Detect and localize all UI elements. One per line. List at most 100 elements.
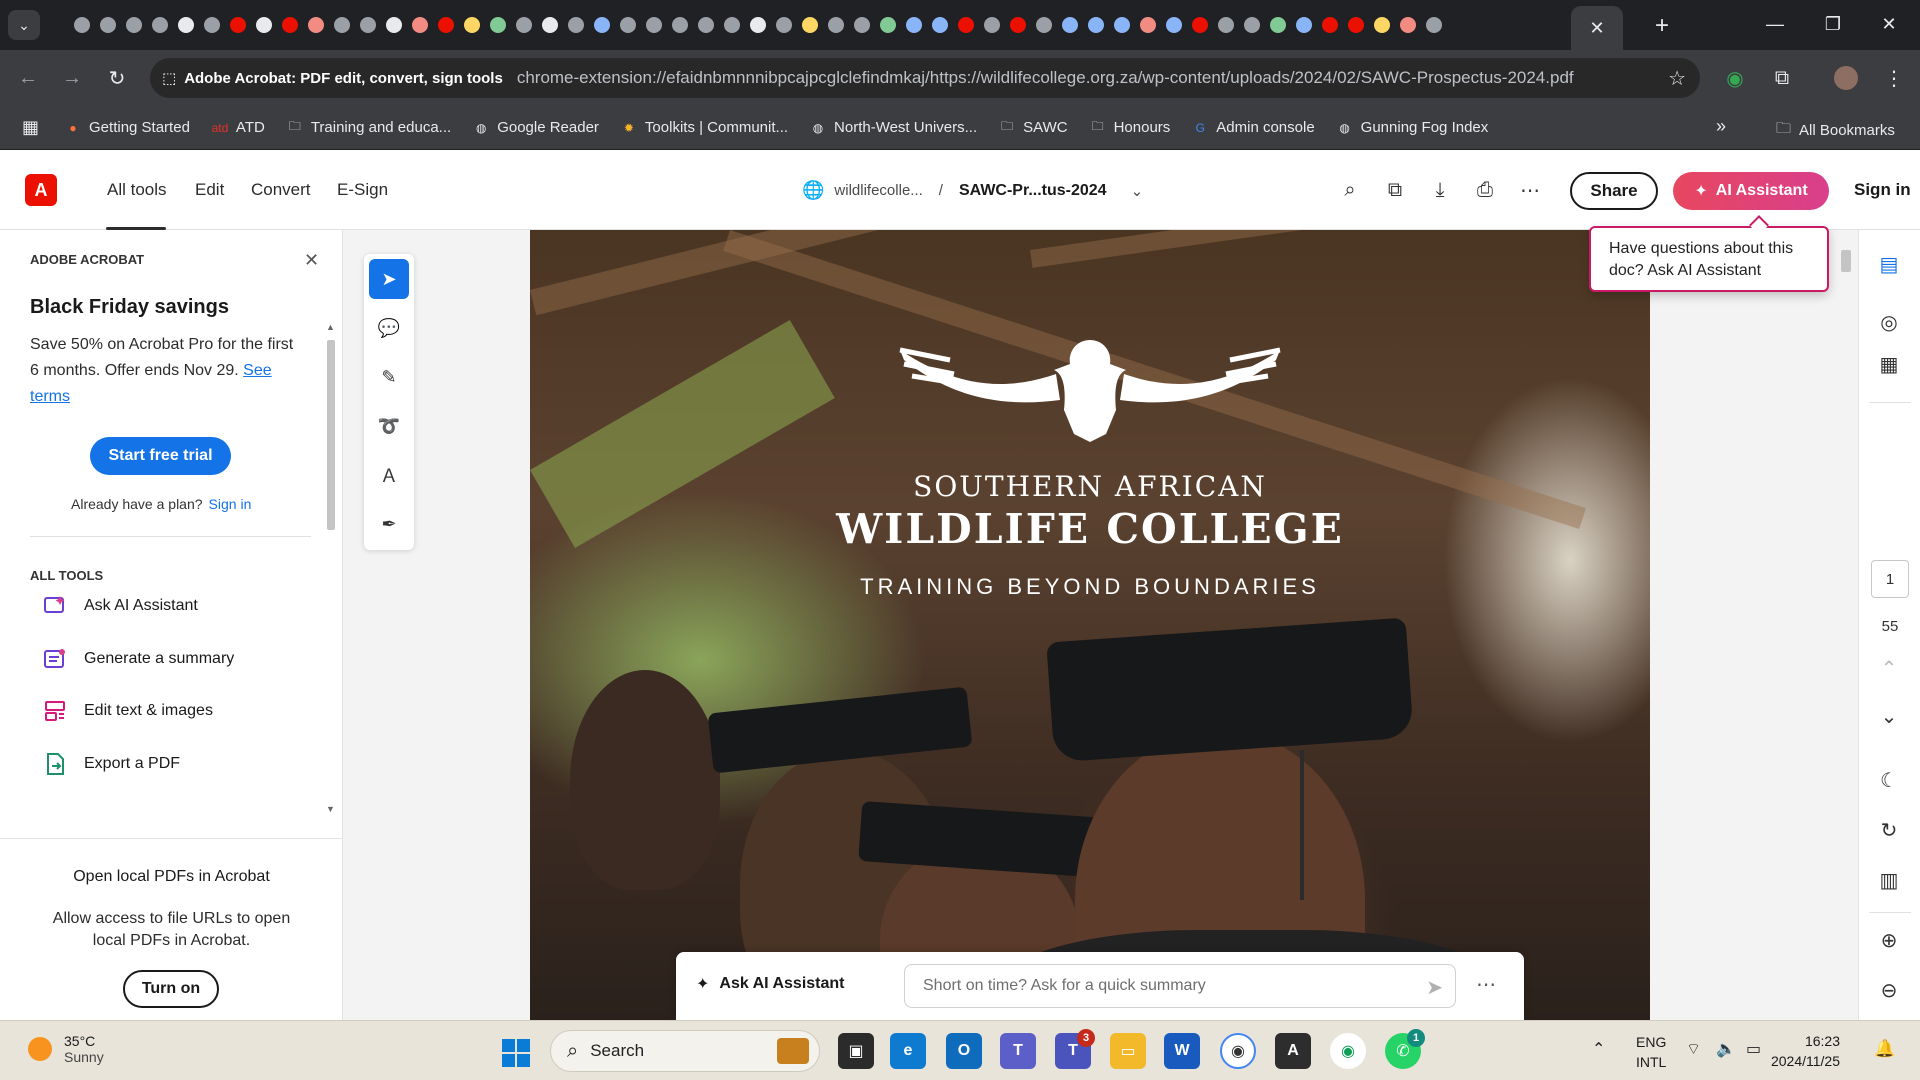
minimize-icon[interactable]: —: [1752, 8, 1798, 40]
pinned-tab-27[interactable]: [772, 13, 796, 37]
comment-tool-icon[interactable]: 💬: [369, 308, 409, 348]
pinned-tab-11[interactable]: [356, 13, 380, 37]
page-thumbnails-icon[interactable]: ⧉: [1381, 176, 1409, 204]
tool-export-pdf[interactable]: Export a PDF: [42, 749, 302, 779]
new-tab-button[interactable]: +: [1648, 12, 1676, 40]
pinned-tab-6[interactable]: [226, 13, 250, 37]
bookmark-item[interactable]: 🗀 SAWC: [999, 119, 1067, 136]
next-page-icon[interactable]: ⌄: [1873, 700, 1905, 732]
more-menu-icon[interactable]: ⋮: [1878, 62, 1910, 94]
address-bar[interactable]: ⬚ Adobe Acrobat: PDF edit, convert, sign…: [150, 58, 1700, 98]
previous-page-icon[interactable]: ⌃: [1873, 652, 1905, 684]
pinned-tab-7[interactable]: [252, 13, 276, 37]
pinned-tab-17[interactable]: [512, 13, 536, 37]
pinned-tab-10[interactable]: [330, 13, 354, 37]
tab-esign[interactable]: E-Sign: [337, 180, 388, 200]
panel-scroll-thumb[interactable]: [327, 340, 335, 530]
pinned-tab-45[interactable]: [1240, 13, 1264, 37]
pinned-tab-40[interactable]: [1110, 13, 1134, 37]
current-page-input[interactable]: 1: [1871, 560, 1909, 598]
zoom-in-icon[interactable]: ⊕: [1873, 924, 1905, 956]
close-icon[interactable]: ✕: [304, 250, 319, 271]
pinned-tab-35[interactable]: [980, 13, 1004, 37]
whatsapp-icon[interactable]: ✆ 1: [1385, 1029, 1425, 1069]
pinned-tab-0[interactable]: [70, 13, 94, 37]
scroll-down-icon[interactable]: ▼: [326, 804, 335, 814]
pinned-tab-47[interactable]: [1292, 13, 1316, 37]
task-view-icon[interactable]: ▣: [838, 1033, 874, 1069]
tool-generate-summary[interactable]: Generate a summary: [42, 644, 302, 674]
url-text[interactable]: chrome-extension://efaidnbmnnnibpcajpcgl…: [517, 68, 1667, 88]
pinned-tab-24[interactable]: [694, 13, 718, 37]
edge-icon[interactable]: e: [890, 1033, 926, 1069]
pinned-tab-1[interactable]: [96, 13, 120, 37]
pinned-tab-25[interactable]: [720, 13, 744, 37]
chrome-profile-icon[interactable]: ◉: [1330, 1033, 1366, 1069]
pinned-tab-49[interactable]: [1344, 13, 1368, 37]
teams-work-icon[interactable]: T3: [1055, 1029, 1095, 1069]
document-scroll-thumb[interactable]: [1841, 250, 1851, 272]
breadcrumb-site[interactable]: wildlifecolle...: [834, 182, 922, 199]
pinned-tab-28[interactable]: [798, 13, 822, 37]
select-tool-icon[interactable]: ➤: [369, 259, 409, 299]
site-info-chip[interactable]: ⬚ Adobe Acrobat: PDF edit, convert, sign…: [162, 69, 503, 88]
pinned-tab-23[interactable]: [668, 13, 692, 37]
grammarly-icon[interactable]: ◉: [1719, 62, 1751, 94]
close-window-icon[interactable]: ✕: [1866, 8, 1912, 40]
more-bookmarks-icon[interactable]: »: [1716, 116, 1726, 137]
bookmark-item[interactable]: ◍ Google Reader: [473, 119, 599, 136]
print-icon[interactable]: ⎙: [1471, 176, 1499, 204]
chevron-down-icon[interactable]: ⌄: [1131, 182, 1144, 200]
zoom-out-icon[interactable]: ⊖: [1873, 974, 1905, 1006]
bookmark-item[interactable]: atd ATD: [212, 119, 265, 136]
chevron-up-icon[interactable]: ⌃: [1592, 1039, 1605, 1059]
pinned-tab-20[interactable]: [590, 13, 614, 37]
forward-icon[interactable]: →: [56, 62, 88, 94]
ai-chat-icon[interactable]: ▤: [1873, 248, 1905, 280]
chrome-icon[interactable]: ◉: [1220, 1033, 1256, 1069]
pinned-tab-37[interactable]: [1032, 13, 1056, 37]
pinned-tab-22[interactable]: [642, 13, 666, 37]
back-icon[interactable]: ←: [12, 62, 44, 94]
grid-view-icon[interactable]: ▦: [1873, 348, 1905, 380]
plan-sign-in-link[interactable]: Sign in: [209, 496, 252, 512]
file-explorer-icon[interactable]: ▭: [1110, 1033, 1146, 1069]
close-tab-icon[interactable]: ✕: [1589, 18, 1604, 39]
acrobat-icon[interactable]: A: [1275, 1033, 1311, 1069]
panel-scrollbar[interactable]: ▲ ▼: [324, 322, 338, 820]
restore-icon[interactable]: ❐: [1810, 8, 1856, 40]
battery-icon[interactable]: ▭: [1746, 1039, 1761, 1059]
pinned-tab-43[interactable]: [1188, 13, 1212, 37]
comments-icon[interactable]: ◎: [1873, 306, 1905, 338]
language-indicator[interactable]: ENG INTL: [1636, 1032, 1666, 1072]
pinned-tab-44[interactable]: [1214, 13, 1238, 37]
pinned-tab-26[interactable]: [746, 13, 770, 37]
pinned-tab-31[interactable]: [876, 13, 900, 37]
pinned-tab-12[interactable]: [382, 13, 406, 37]
pinned-tab-21[interactable]: [616, 13, 640, 37]
pinned-tab-52[interactable]: [1422, 13, 1446, 37]
pinned-tab-4[interactable]: [174, 13, 198, 37]
pinned-tab-30[interactable]: [850, 13, 874, 37]
weather-widget[interactable]: 35°C Sunny: [28, 1033, 104, 1065]
teams-icon[interactable]: T: [1000, 1033, 1036, 1069]
bookmark-star-icon[interactable]: ☆: [1668, 66, 1686, 91]
pinned-tab-9[interactable]: [304, 13, 328, 37]
pinned-tab-42[interactable]: [1162, 13, 1186, 37]
tab-edit[interactable]: Edit: [195, 180, 224, 200]
sign-pen-icon[interactable]: ✒: [369, 504, 409, 544]
ai-question-input[interactable]: Short on time? Ask for a quick summary ➤: [904, 964, 1456, 1008]
send-icon[interactable]: ➤: [1426, 975, 1443, 1000]
sign-in-link[interactable]: Sign in: [1854, 180, 1911, 200]
bookmark-item[interactable]: 🗀 Honours: [1090, 119, 1171, 136]
pinned-tab-36[interactable]: [1006, 13, 1030, 37]
pinned-tab-29[interactable]: [824, 13, 848, 37]
pinned-tab-51[interactable]: [1396, 13, 1420, 37]
apps-grid-icon[interactable]: ▦: [22, 117, 39, 138]
pinned-tab-48[interactable]: [1318, 13, 1342, 37]
bookmark-item[interactable]: 🗀 Training and educa...: [287, 119, 451, 136]
pinned-tab-33[interactable]: [928, 13, 952, 37]
pinned-tab-39[interactable]: [1084, 13, 1108, 37]
dark-mode-icon[interactable]: ☾: [1873, 764, 1905, 796]
turn-on-button[interactable]: Turn on: [123, 970, 219, 1008]
